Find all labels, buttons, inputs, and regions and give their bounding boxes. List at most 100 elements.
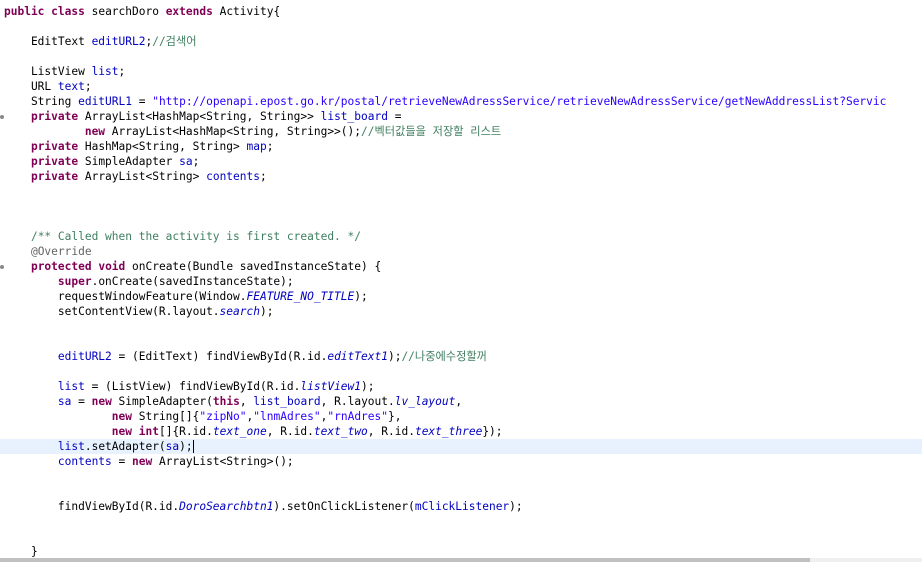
code-token: = [387, 110, 402, 123]
code-token: ).setOnClickListener( [273, 500, 415, 513]
keyword-token: private [30, 155, 79, 168]
keyword-token: void [98, 260, 126, 273]
constant-token: DoroSearchbtn1 [179, 500, 274, 513]
code-token: , R.id. [367, 425, 415, 438]
code-line: private ArrayList<HashMap<String, String… [4, 109, 401, 124]
keyword-token: int [138, 425, 159, 438]
code-token: , [455, 395, 463, 408]
code-line: sa = new SimpleAdapter(this, list_board,… [4, 394, 462, 409]
keyword-token: public [4, 5, 45, 18]
code-token: ); [259, 305, 274, 318]
keyword-token: new [91, 395, 112, 408]
field-token: editURL2 [91, 35, 146, 48]
constant-token: editText1 [327, 350, 388, 363]
field-token: sa [165, 440, 180, 453]
field-token: sa [179, 155, 193, 168]
code-token: ); [387, 350, 402, 363]
field-token: list [91, 65, 119, 78]
code-token: String [4, 95, 79, 108]
keyword-token: new [132, 455, 153, 468]
code-token: ; [259, 170, 267, 183]
code-line: private SimpleAdapter sa; [4, 154, 199, 169]
code-token: ArrayList<String>(); [152, 455, 294, 468]
code-token: ArrayList<HashMap<String, String>>(); [105, 125, 361, 138]
string-token: "zipNo" [199, 410, 247, 423]
code-line: list = (ListView) findViewById(R.id.list… [4, 379, 375, 394]
comment-token: //벡터값들을 저장할 리스트 [361, 125, 502, 138]
code-token: ListView [4, 65, 92, 78]
code-token: URL [4, 80, 58, 93]
code-line: new ArrayList<HashMap<String, String>>()… [4, 124, 501, 139]
keyword-token: extends [165, 5, 213, 18]
keyword-token: private [30, 170, 79, 183]
keyword-token: this [212, 395, 240, 408]
field-token: sa [57, 395, 72, 408]
code-line: private ArrayList<String> contents; [4, 169, 267, 184]
code-token: searchDoro [84, 5, 166, 18]
code-line: requestWindowFeature(Window.FEATURE_NO_T… [4, 289, 368, 304]
code-token: String[]{ [132, 410, 200, 423]
keyword-token: class [51, 5, 85, 18]
code-line: } [4, 544, 38, 558]
field-token: map [246, 140, 267, 153]
code-token: requestWindowFeature(Window. [4, 290, 247, 303]
code-token: HashMap<String, String> [78, 140, 247, 153]
comment-token: //나중에수정할꺼 [401, 350, 487, 363]
code-editor[interactable]: public class searchDoro extends Activity… [0, 0, 922, 558]
keyword-token: protected [30, 260, 92, 273]
field-token: contents [57, 455, 112, 468]
code-line: String editURL1 = "http://openapi.epost.… [4, 94, 886, 109]
code-line: ListView list; [4, 64, 125, 79]
code-line: private HashMap<String, String> map; [4, 139, 274, 154]
field-token: mClickListener [414, 500, 510, 513]
field-token: list_board [320, 110, 388, 123]
code-line: list.setAdapter(sa); [4, 439, 193, 454]
constant-token: listView1 [300, 380, 362, 393]
keyword-token: new [111, 410, 132, 423]
code-token: ArrayList<HashMap<String, String>> [78, 110, 321, 123]
code-line: protected void onCreate(Bundle savedInst… [4, 259, 381, 274]
keyword-token: new [111, 425, 132, 438]
constant-token: search [219, 305, 260, 318]
code-token: .onCreate(savedInstanceState); [91, 275, 294, 288]
code-token: , R.id. [266, 425, 314, 438]
override-marker-icon [0, 265, 4, 269]
code-token: ; [192, 155, 200, 168]
code-line: editURL2 = (EditText) findViewById(R.id.… [4, 349, 487, 364]
field-token: editURL1 [78, 95, 132, 108]
annotation-token: @Override [30, 245, 92, 258]
constant-token: text_one [212, 425, 267, 438]
code-token: SimpleAdapter [78, 155, 180, 168]
code-token: ; [84, 80, 92, 93]
code-token: EditText [4, 35, 92, 48]
code-line: /** Called when the activity is first cr… [4, 229, 361, 244]
code-token: SimpleAdapter( [111, 395, 213, 408]
field-token: list [57, 380, 85, 393]
code-token: }); [482, 425, 503, 438]
horizontal-scrollbar[interactable] [0, 558, 922, 562]
code-line: new String[]{"zipNo","lnmAdres","rnAdres… [4, 409, 402, 424]
field-token: editURL2 [57, 350, 112, 363]
scrollbar-thumb[interactable] [0, 558, 810, 562]
field-token: list_board [253, 395, 321, 408]
code-token: = [131, 95, 153, 108]
string-token: "http://openapi.epost.go.kr/postal/retri… [152, 95, 887, 108]
code-line: super.onCreate(savedInstanceState); [4, 274, 294, 289]
code-line: findViewById(R.id.DoroSearchbtn1).setOnC… [4, 499, 523, 514]
code-token: }, [388, 410, 402, 423]
code-line: @Override [4, 244, 92, 259]
code-token: setContentView(R.layout. [4, 305, 220, 318]
string-token: "rnAdres" [327, 410, 388, 423]
